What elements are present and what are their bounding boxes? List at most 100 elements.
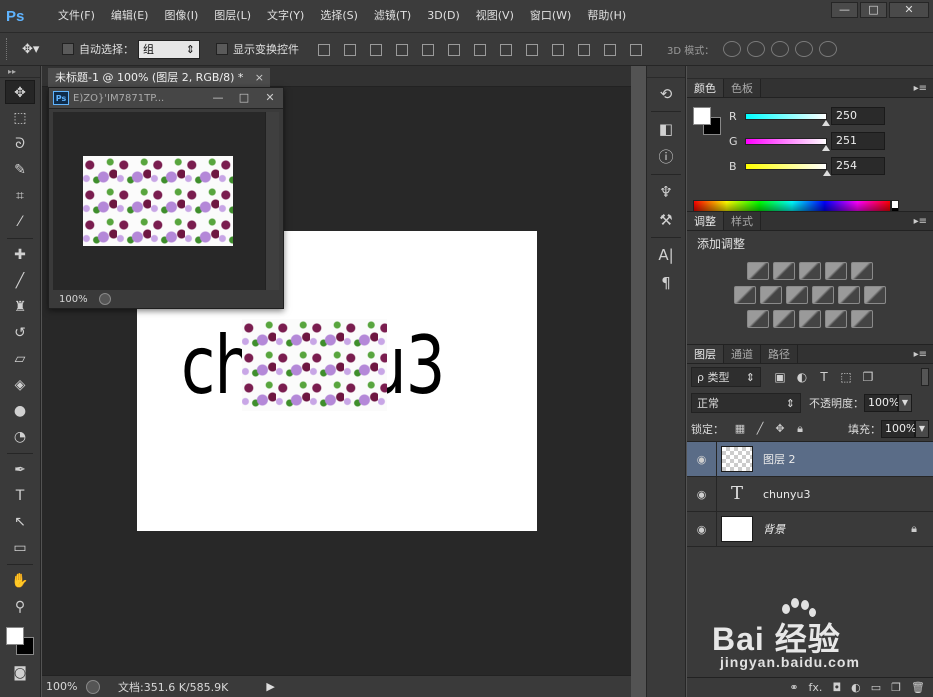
menu-select[interactable]: 选择(S) [312, 0, 366, 32]
3d-pan-icon[interactable] [771, 41, 790, 57]
menu-view[interactable]: 视图(V) [468, 0, 522, 32]
history-brush-tool-icon[interactable]: ↺ [5, 321, 35, 345]
distribute-top-icon[interactable] [468, 41, 492, 57]
hue-saturation-icon[interactable] [734, 286, 756, 304]
layer-thumbnail[interactable] [721, 516, 753, 542]
3d-slide-icon[interactable] [795, 41, 814, 57]
floating-status-icon[interactable] [99, 293, 111, 305]
lock-all-icon[interactable]: 🔒︎ [792, 422, 808, 436]
posterize-icon[interactable] [773, 310, 795, 328]
color-panel-menu-icon[interactable]: ▸≡ [914, 79, 927, 98]
fill-dropdown-icon[interactable]: ▼ [915, 419, 929, 438]
tab-color[interactable]: 颜色 [687, 79, 724, 97]
visibility-eye-icon[interactable]: ◉ [687, 511, 717, 547]
layer-row-text[interactable]: ◉ T chunyu3 [687, 476, 933, 512]
filter-type-icon[interactable]: T [815, 369, 833, 385]
type-tool-icon[interactable]: T [5, 484, 35, 508]
options-grip[interactable] [6, 38, 10, 60]
filter-pixel-icon[interactable]: ▣ [771, 369, 789, 385]
visibility-eye-icon[interactable]: ◉ [687, 441, 717, 477]
add-mask-icon[interactable]: ◘ [832, 681, 841, 694]
red-channel-value[interactable]: 250 [831, 107, 885, 125]
distribute-right-icon[interactable] [598, 41, 622, 57]
status-options-icon[interactable] [86, 679, 100, 694]
align-vcenter-icon[interactable] [338, 41, 362, 57]
rectangle-tool-icon[interactable]: ▭ [5, 536, 35, 560]
move-tool-preset-icon[interactable]: ✥▾ [22, 42, 52, 57]
tab-adjustments[interactable]: 调整 [687, 212, 724, 230]
tab-styles[interactable]: 样式 [724, 212, 761, 230]
filter-shape-icon[interactable]: ⬚ [837, 369, 855, 385]
distribute-vcenter-icon[interactable] [494, 41, 518, 57]
filter-adjustment-icon[interactable]: ◐ [793, 369, 811, 385]
gradient-map-icon[interactable] [851, 310, 873, 328]
red-slider-handle[interactable] [822, 119, 831, 126]
layer-row-background[interactable]: ◉ 背景 🔒︎ [687, 511, 933, 547]
brush-presets-icon[interactable]: ♆ [652, 180, 680, 204]
selective-color-icon[interactable] [825, 310, 847, 328]
align-left-icon[interactable] [390, 41, 414, 57]
brush-tool-icon[interactable]: ╱ [5, 269, 35, 293]
filter-toggle-switch[interactable] [921, 368, 929, 386]
layers-panel-menu-icon[interactable]: ▸≡ [914, 345, 927, 364]
floating-document-canvas[interactable] [53, 112, 265, 290]
curves-icon[interactable] [799, 262, 821, 280]
history-panel-icon[interactable]: ⟲ [652, 82, 680, 106]
blend-mode-dropdown[interactable]: 正常 ⇕ [691, 393, 801, 413]
3d-panel-icon[interactable]: ◧ [652, 117, 680, 141]
brightness-contrast-icon[interactable] [747, 262, 769, 280]
vibrance-icon[interactable] [851, 262, 873, 280]
hand-tool-icon[interactable]: ✋ [5, 569, 35, 593]
panels-header[interactable] [687, 66, 933, 79]
clone-stamp-tool-icon[interactable]: ♜ [5, 295, 35, 319]
paint-bucket-tool-icon[interactable]: ◈ [5, 373, 35, 397]
layer-name[interactable]: chunyu3 [763, 488, 810, 501]
distribute-hcenter-icon[interactable] [572, 41, 596, 57]
maximize-button[interactable]: □ [860, 2, 887, 18]
status-menu-arrow-icon[interactable]: ▶ [266, 680, 274, 693]
green-slider-handle[interactable] [822, 144, 831, 151]
menu-filter[interactable]: 滤镜(T) [366, 0, 419, 32]
exposure-icon[interactable] [825, 262, 847, 280]
blue-slider-handle[interactable] [823, 169, 832, 176]
layer-filter-dropdown[interactable]: ρ 类型 ⇕ [691, 367, 761, 387]
3d-roll-icon[interactable] [747, 41, 766, 57]
auto-select-checkbox[interactable] [62, 43, 74, 55]
floating-minimize-button[interactable]: — [205, 90, 231, 106]
layer-row-layer2[interactable]: ◉ 图层 2 [687, 441, 933, 477]
color-lookup-icon[interactable] [864, 286, 886, 304]
toolbox-collapse-icon[interactable]: ▸▸ [0, 66, 40, 78]
document-zoom-level[interactable]: 100% [42, 680, 86, 693]
menu-edit[interactable]: 编辑(E) [103, 0, 157, 32]
pen-tool-icon[interactable]: ✒ [5, 458, 35, 482]
channel-mixer-icon[interactable] [838, 286, 860, 304]
character-panel-icon[interactable]: A| [652, 243, 680, 267]
menu-window[interactable]: 窗口(W) [522, 0, 579, 32]
floating-document-window[interactable]: Ps E)ZO}'IM7871TP... — □ ✕ 100% [48, 87, 284, 309]
link-layers-icon[interactable]: ⚭ [789, 681, 798, 694]
blur-tool-icon[interactable]: ● [5, 399, 35, 423]
zoom-tool-icon[interactable]: ⚲ [5, 595, 35, 619]
distribute-bottom-icon[interactable] [520, 41, 544, 57]
green-channel-slider[interactable] [745, 137, 831, 151]
blue-channel-value[interactable]: 254 [831, 157, 885, 175]
document-tab-close-icon[interactable]: × [255, 68, 264, 87]
menu-help[interactable]: 帮助(H) [579, 0, 634, 32]
align-bottom-icon[interactable] [364, 41, 388, 57]
auto-select-dropdown[interactable]: 组 ⇕ [138, 39, 200, 59]
document-tab[interactable]: 未标题-1 @ 100% (图层 2, RGB/8) * × [48, 68, 270, 87]
paragraph-panel-icon[interactable]: ¶ [652, 271, 680, 295]
red-channel-slider[interactable] [745, 112, 831, 126]
invert-icon[interactable] [747, 310, 769, 328]
lasso-tool-icon[interactable]: ᘐ [5, 132, 35, 156]
opacity-dropdown-icon[interactable]: ▼ [898, 394, 912, 412]
new-adjustment-icon[interactable]: ◐ [851, 681, 861, 694]
color-panel-foreground-swatch[interactable] [693, 107, 711, 125]
layer-name[interactable]: 图层 2 [763, 451, 796, 467]
blue-channel-slider[interactable] [745, 162, 832, 176]
lock-position-icon[interactable]: ✥ [772, 422, 788, 436]
layer-thumbnail[interactable] [721, 446, 753, 472]
3d-scale-icon[interactable] [819, 41, 838, 57]
dock-header[interactable] [647, 66, 685, 78]
eyedropper-tool-icon[interactable]: ⁄ [5, 210, 35, 234]
